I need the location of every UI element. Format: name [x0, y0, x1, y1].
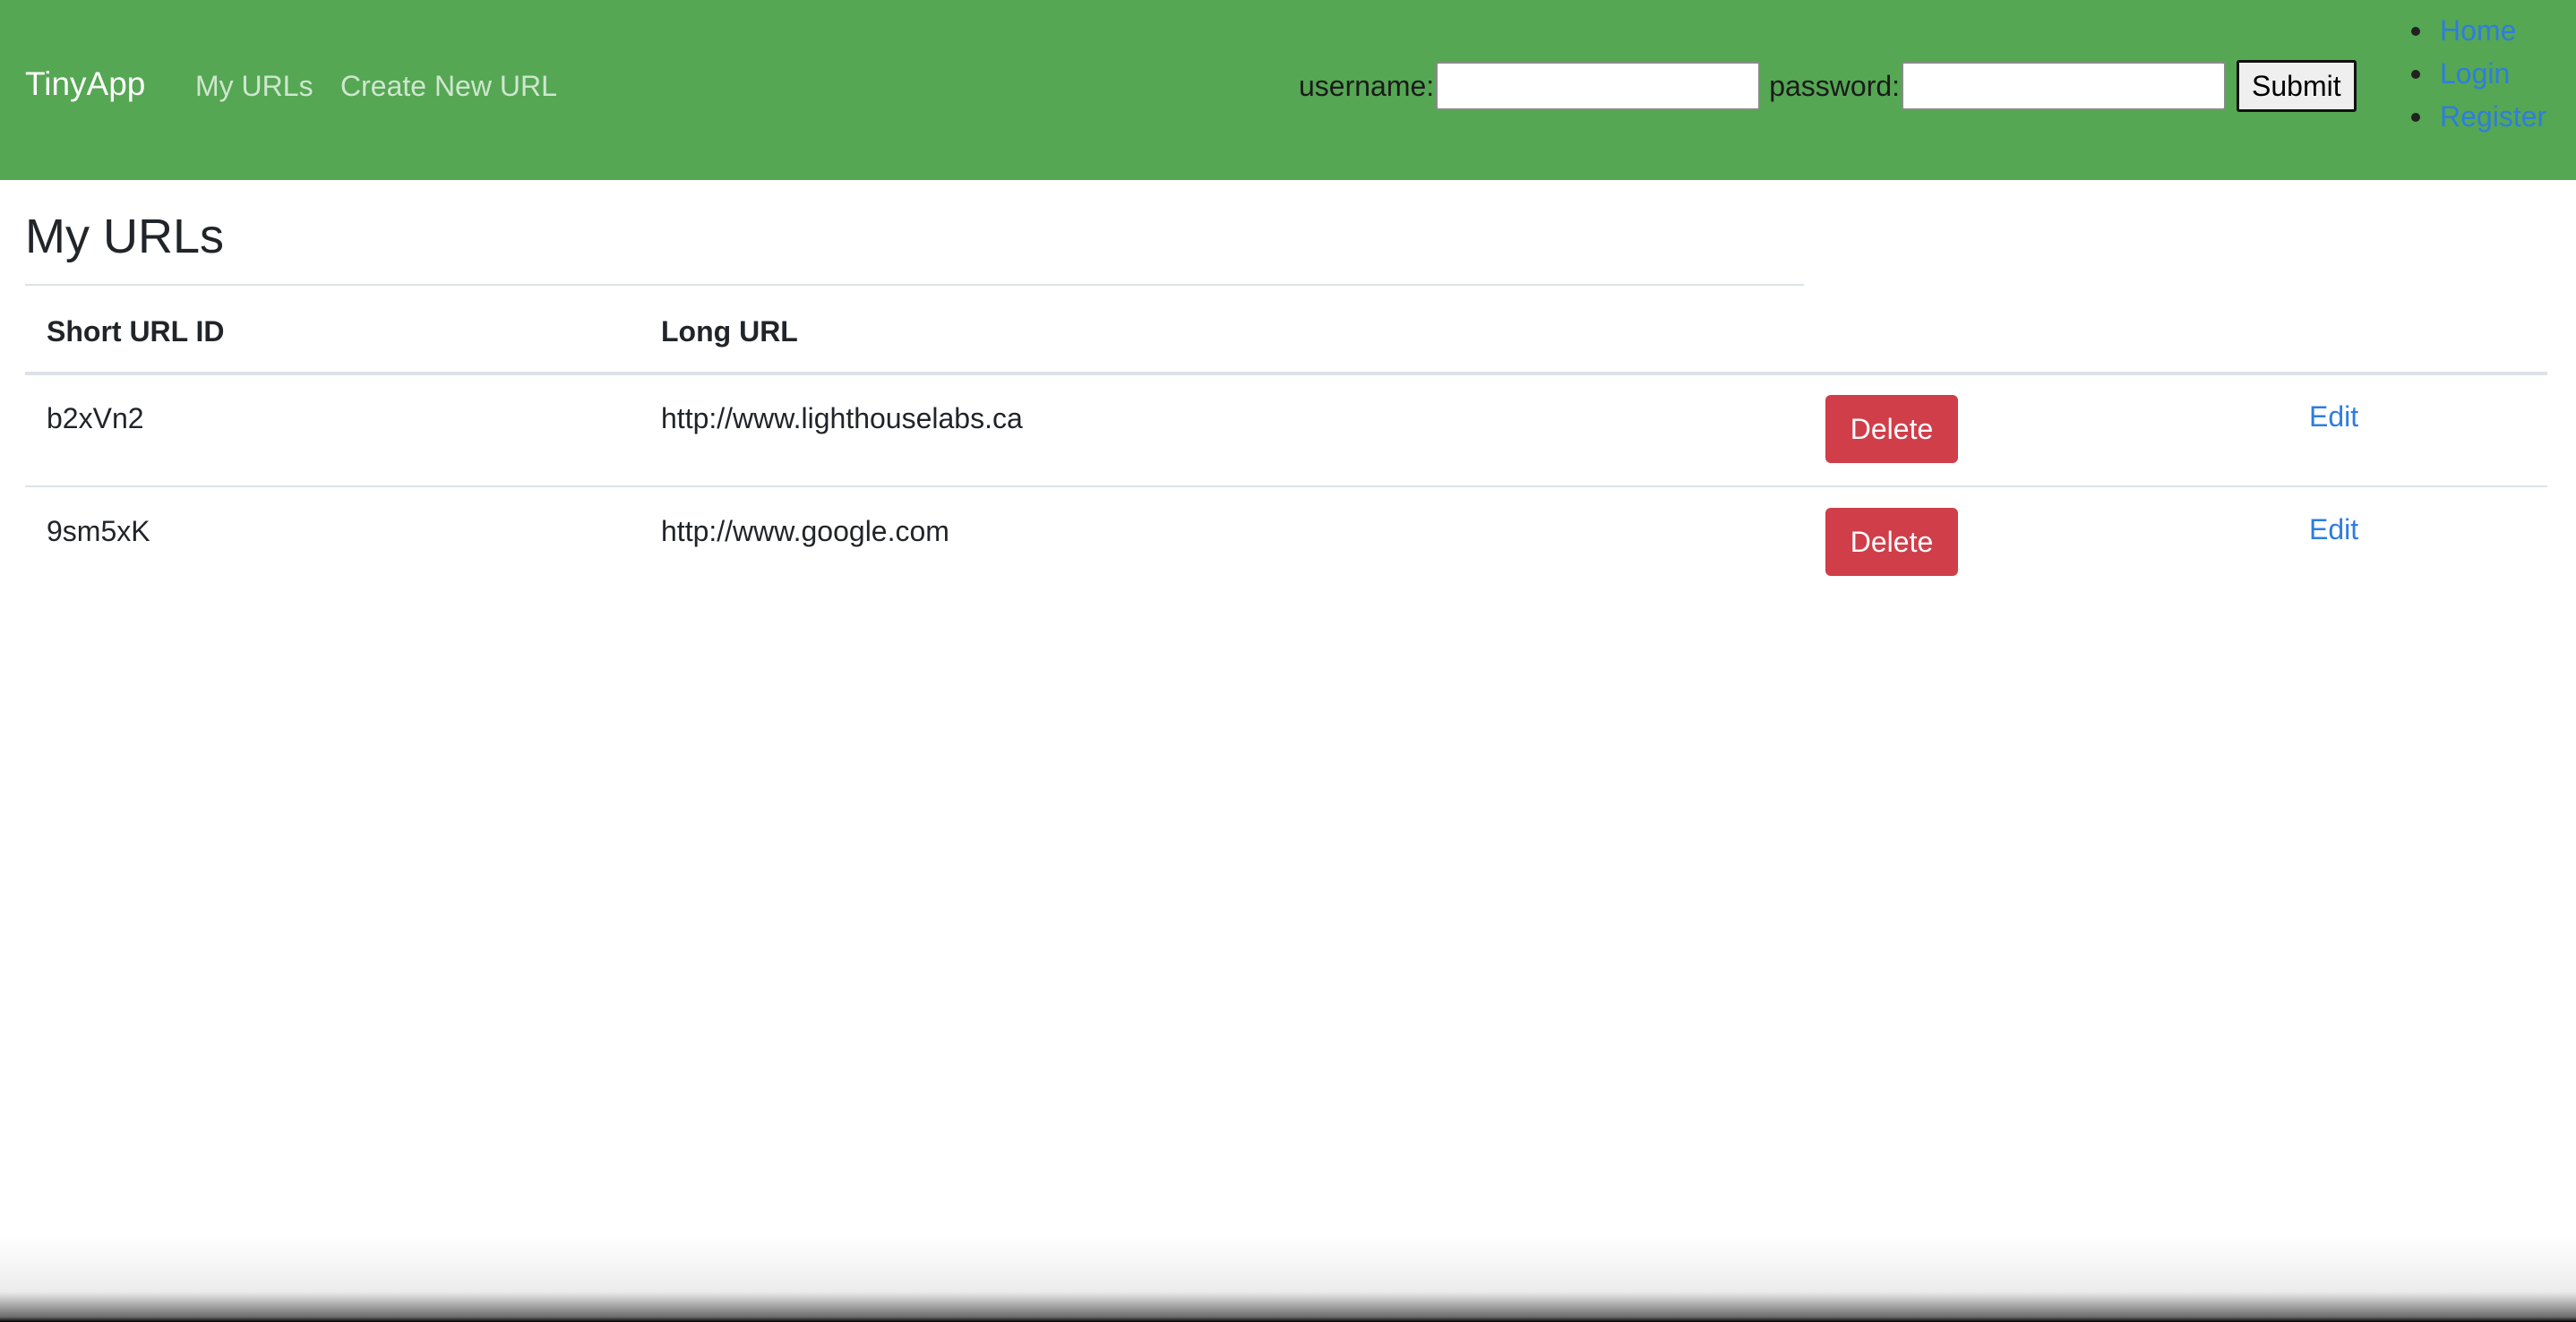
table-row: b2xVn2 http://www.lighthouselabs.ca Dele… — [25, 375, 2547, 488]
list-item: Register — [2411, 97, 2546, 140]
short-url-id-cell: b2xVn2 — [47, 402, 144, 434]
login-form: username: password: Submit — [1299, 59, 2357, 113]
long-url-cell: http://www.google.com — [661, 515, 949, 547]
list-item: Login — [2411, 54, 2546, 97]
edit-link[interactable]: Edit — [2309, 511, 2358, 547]
window-bottom-shadow — [0, 1236, 2576, 1322]
nav-link-my-urls[interactable]: My URLs — [195, 68, 313, 104]
long-url-cell: http://www.lighthouselabs.ca — [661, 402, 1023, 434]
username-label: username: — [1299, 70, 1435, 102]
row-divider — [25, 485, 2547, 487]
column-header-long-url: Long URL — [661, 315, 798, 348]
submit-button[interactable]: Submit — [2237, 60, 2357, 112]
short-url-id-cell: 9sm5xK — [47, 515, 150, 547]
login-link[interactable]: Login — [2440, 57, 2510, 90]
nav-link-create-new-url[interactable]: Create New URL — [340, 68, 557, 104]
bullet-icon — [2411, 70, 2420, 79]
side-nav-list: Home Login Register — [2411, 11, 2546, 140]
delete-button[interactable]: Delete — [1825, 395, 1958, 463]
bullet-icon — [2411, 27, 2420, 36]
table-row: 9sm5xK http://www.google.com Delete Edit — [25, 488, 2547, 601]
page: TinyApp My URLs Create New URL username:… — [0, 0, 2576, 1322]
edit-link[interactable]: Edit — [2309, 399, 2358, 434]
page-title: My URLs — [25, 210, 225, 263]
bullet-icon — [2411, 113, 2420, 122]
list-item: Home — [2411, 11, 2546, 54]
register-link[interactable]: Register — [2440, 100, 2546, 133]
home-link[interactable]: Home — [2440, 14, 2516, 47]
password-input[interactable] — [1902, 62, 2227, 110]
password-label: password: — [1769, 70, 1901, 102]
column-header-short-url-id: Short URL ID — [47, 315, 225, 348]
username-input[interactable] — [1436, 62, 1761, 110]
brand-link[interactable]: TinyApp — [25, 64, 145, 104]
delete-button[interactable]: Delete — [1825, 508, 1958, 576]
navbar: TinyApp My URLs Create New URL username:… — [0, 0, 2576, 180]
table-top-divider — [25, 284, 1804, 286]
